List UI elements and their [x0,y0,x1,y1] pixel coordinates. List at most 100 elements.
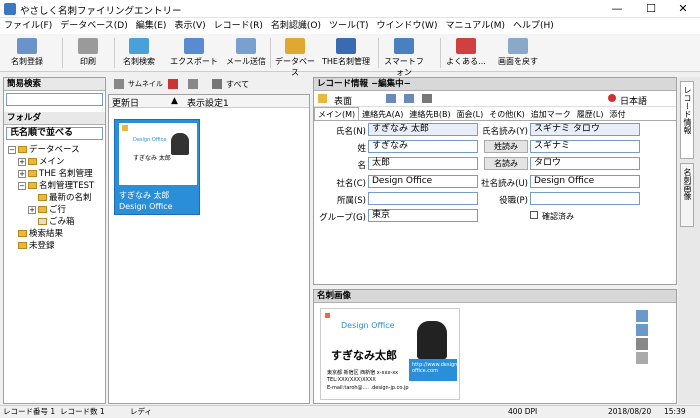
faq-button[interactable]: よくある... [444,36,488,70]
database-button[interactable]: データベース [274,36,316,77]
grid-view-icon[interactable] [636,352,648,364]
card-person-name: すぎなみ太郎 [331,349,397,362]
last-kana-field[interactable]: スギナミ [530,140,640,153]
collapse-icon[interactable]: − [8,145,16,154]
print-button[interactable]: 印刷 [68,36,108,70]
tree-item-the-manage[interactable]: + THE 名刺管理 [8,168,101,180]
tab-add-mark[interactable]: 追加マーク [528,108,574,120]
menu-database[interactable]: データベース(D) [56,18,132,34]
tree-item-test[interactable]: − 名刺管理TEST [8,180,101,192]
tree-item-search-results[interactable]: 検索結果 [8,228,101,240]
zoom-out-icon[interactable] [636,324,648,336]
name-kana-field[interactable]: スギナミ タロウ [530,123,640,136]
language-label[interactable]: 日本語 [620,94,647,107]
menu-window[interactable]: ウインドウ(W) [373,18,442,34]
tab-contact-b[interactable]: 連絡先B(B) [406,108,453,120]
face-select[interactable]: 表面 [334,94,352,107]
company-kana-field[interactable]: Design Office [530,175,640,188]
collapse-icon[interactable]: − [18,181,26,190]
tab-main[interactable]: メイン(M) [314,107,360,120]
tab-meeting[interactable]: 面会(L) [454,108,487,120]
search-card-button[interactable]: 名刺検索 [118,36,160,70]
export-button[interactable]: エクスポート [170,36,218,70]
register-card-button[interactable]: 名刺登録 [6,36,48,70]
menu-manual[interactable]: マニュアル(M) [441,18,509,34]
column-updated[interactable]: 更新日 [112,96,139,109]
view-toolbar: サムネイル すべて [108,77,310,92]
title-field[interactable] [530,192,640,205]
rotate-icon[interactable] [636,338,648,350]
column-display-setting[interactable]: 表示設定1 [187,96,229,109]
menu-view[interactable]: 表示(V) [170,18,209,34]
menu-edit[interactable]: 編集(E) [132,18,171,34]
record-header: レコード情報 −編集中− [314,78,676,91]
folder-icon [28,170,37,177]
last-kana-button[interactable]: 姓読み [484,140,528,153]
view3-icon[interactable] [422,94,432,103]
group-select[interactable]: 東京 [368,209,478,222]
menu-help[interactable]: ヘルプ(H) [509,18,558,34]
separator [270,38,271,68]
send-mail-button[interactable]: メール送信 [226,36,266,70]
status-dpi: 400 DPI [508,407,538,416]
tab-history[interactable]: 履歴(L) [574,108,607,120]
tab-other[interactable]: その他(K) [486,108,528,120]
card-list-panel: 更新日 ▲ 表示設定1 Design Office すぎなみ 太郎 すぎなみ 太… [108,94,310,404]
card-thumbnail[interactable]: Design Office すぎなみ 太郎 すぎなみ 太郎 Design Off… [114,119,200,215]
tree-item-latest[interactable]: 最新の名刺 [8,192,101,204]
menu-tools[interactable]: ツール(T) [325,18,373,34]
quick-search-input[interactable] [6,93,103,106]
toolbar: 名刺登録 印刷 名刺検索 エクスポート メール送信 データベース THE名刺管理… [0,34,700,77]
mail-icon [236,38,256,54]
expand-icon[interactable]: + [18,169,26,178]
sort-select[interactable]: 氏名順で並べる [6,127,103,140]
menu-ocr[interactable]: 名刺認識(O) [267,18,325,34]
red-book-icon[interactable] [168,79,178,89]
tree-item-trash[interactable]: ごみ箱 [8,216,101,228]
separator [114,38,115,68]
side-tab-record-info[interactable]: レコード情報 [680,81,694,159]
sort-arrow-icon[interactable]: ▲ [171,96,178,106]
expand-icon[interactable]: + [18,157,26,166]
smartphone-button[interactable]: スマートフォン [382,36,426,77]
filter-icon[interactable] [212,79,222,89]
status-time: 15:39 [664,407,686,416]
first-name-field[interactable]: 太郎 [368,157,478,170]
separator [378,38,379,68]
name-field[interactable]: すぎなみ 太郎 [368,123,478,136]
thumbnail-select[interactable]: サムネイル [128,79,163,89]
tab-contact-a[interactable]: 連絡先A(A) [359,108,406,120]
tree-item-unregistered[interactable]: 未登録 [8,240,101,252]
tree-item-main[interactable]: + メイン [8,156,101,168]
close-button[interactable]: ✕ [668,0,698,18]
zoom-in-icon[interactable] [636,310,648,322]
last-name-field[interactable]: すぎなみ [368,140,478,153]
last-name-label: 姓 [357,144,366,154]
check-icon [122,125,128,131]
tree-item-database[interactable]: − データベース [8,144,101,156]
folder-icon [18,146,27,153]
tree-item-go[interactable]: + ご行 [8,204,101,216]
expand-icon[interactable]: + [28,205,36,214]
dept-select[interactable] [368,192,478,205]
view-icon[interactable] [386,94,396,103]
all-filter-select[interactable]: すべて [226,79,249,90]
tree-label: 名刺管理TEST [39,181,95,191]
first-kana-field[interactable]: タロウ [530,157,640,170]
tree-label: 最新の名刺 [49,193,92,203]
menu-file[interactable]: ファイル(F) [0,18,56,34]
the-card-manager-button[interactable]: THE名刺管理 [318,36,374,70]
menu-record[interactable]: レコード(R) [210,18,267,34]
list-icon[interactable] [188,79,198,89]
view2-icon[interactable] [404,94,414,103]
group-label: グループ(G) [319,213,366,223]
company-field[interactable]: Design Office [368,175,478,188]
side-tab-card-image[interactable]: 名刺画像 [680,163,694,227]
minimize-button[interactable]: — [602,0,632,18]
confirmed-checkbox[interactable] [530,211,538,219]
tab-attach[interactable]: 添付 [606,108,628,120]
first-kana-button[interactable]: 名読み [484,157,528,170]
back-label: 画面を戻す [498,57,538,66]
maximize-button[interactable]: ☐ [636,0,666,18]
back-screen-button[interactable]: 画面を戻す [492,36,544,70]
